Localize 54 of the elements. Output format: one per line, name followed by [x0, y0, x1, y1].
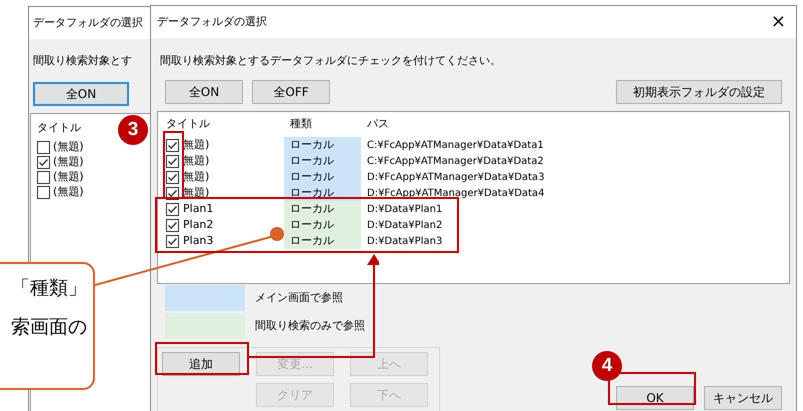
callout-text: 索画面の: [11, 314, 87, 340]
checkbox[interactable]: [37, 140, 50, 154]
dialog-button[interactable]: キャンセル: [704, 386, 782, 410]
table-cell-text: 無題): [183, 152, 210, 169]
table-cell-text: Plan2: [183, 216, 214, 233]
table-cell: ローカル: [284, 201, 361, 217]
checkbox[interactable]: [37, 170, 50, 184]
dialog-button[interactable]: 初期表示フォルダの設定: [616, 80, 782, 104]
table-cell: ローカル: [284, 153, 361, 169]
table-cell: ローカル: [284, 137, 361, 153]
table-cell: ローカル: [284, 169, 361, 185]
checkbox[interactable]: [166, 138, 179, 152]
checkbox[interactable]: [166, 202, 179, 216]
dialog-button[interactable]: OK: [616, 386, 694, 410]
table-cell: ローカル: [284, 217, 361, 233]
checkbox[interactable]: [166, 218, 179, 232]
dialog-button[interactable]: 全ON: [165, 80, 243, 104]
list-item-text: (無題): [53, 154, 84, 170]
list-item-text: (無題): [53, 184, 84, 200]
table-cell-text: 無題): [183, 136, 210, 153]
list-item-text: (無題): [53, 138, 84, 155]
checkbox[interactable]: [37, 186, 50, 198]
window-title: データフォルダの選択: [33, 14, 143, 31]
table-cell-text: D:¥FcApp¥ATManager¥Data¥Data4: [366, 186, 544, 200]
checkbox[interactable]: [166, 154, 179, 168]
table-cell-text: 無題): [183, 168, 210, 185]
table-cell-text: D:¥Data¥Plan1: [366, 202, 442, 216]
table-cell-text: Plan1: [183, 200, 214, 217]
column-header: 種類: [289, 116, 313, 132]
dialog-button[interactable]: 全OFF: [252, 80, 330, 104]
table-cell-text: Plan3: [183, 232, 214, 249]
table-cell-text: D:¥Data¥Plan3: [366, 234, 442, 248]
column-header: パス: [366, 116, 389, 132]
table-cell-text: 無題): [183, 184, 210, 201]
column-header: タイトル: [165, 116, 211, 132]
dialog-button[interactable]: 全ON: [33, 82, 129, 106]
checkbox[interactable]: [166, 234, 179, 248]
instruction-text: 間取り検索対象とす: [33, 53, 132, 69]
column-header: タイトル: [37, 120, 81, 136]
instruction-text: 間取り検索対象とするデータフォルダにチェックを付けてください。: [160, 53, 502, 69]
table-cell-text: D:¥FcApp¥ATManager¥Data¥Data3: [366, 170, 544, 184]
callout-text: 「種類」: [11, 276, 87, 301]
legend-label: メイン画面で参照: [255, 290, 343, 306]
table-cell-text: C:¥FcApp¥ATManager¥Data¥Data1: [366, 138, 544, 152]
window-title: データフォルダの選択: [157, 14, 267, 30]
table-cell-text: D:¥Data¥Plan2: [366, 218, 442, 232]
legend-label: 間取り検索のみで参照: [255, 318, 365, 334]
dialog-button[interactable]: 追加: [162, 352, 240, 376]
list-item-text: (無題): [53, 168, 84, 185]
table-cell: ローカル: [284, 233, 361, 249]
checkbox[interactable]: [166, 170, 179, 184]
checkbox[interactable]: [37, 156, 50, 168]
table-cell-text: C:¥FcApp¥ATManager¥Data¥Data2: [366, 154, 544, 168]
close-button[interactable]: ×: [770, 13, 786, 31]
